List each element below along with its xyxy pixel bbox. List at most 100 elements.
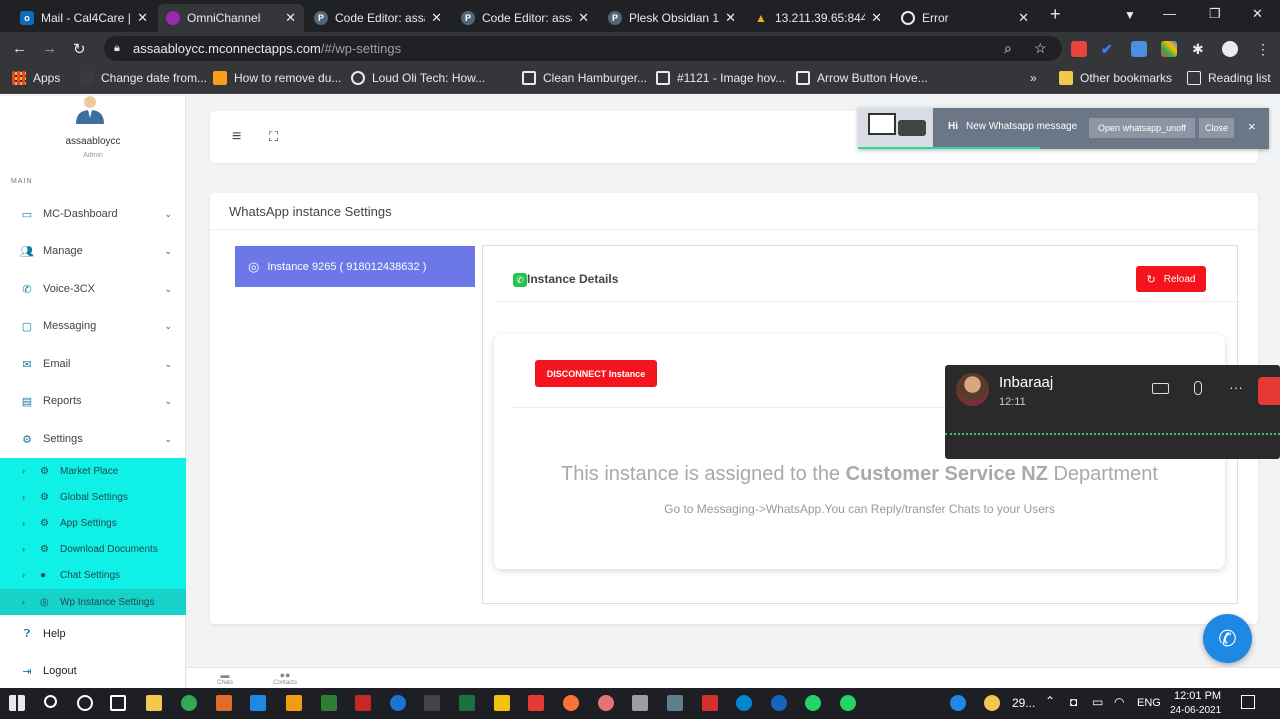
clock-date[interactable]: 24-06-2021 [1170,705,1221,716]
battery-icon[interactable]: ▭ [1092,695,1103,709]
menu-settings[interactable]: ⚙ Settings ⌄ [0,424,186,454]
language-indicator[interactable]: ENG [1137,697,1161,709]
excel-icon[interactable] [459,695,475,711]
skype-icon[interactable] [736,695,752,711]
submenu-chat-settings[interactable]: › ● Chat Settings [0,562,186,588]
notifications-icon[interactable] [1241,695,1255,709]
weather-icon[interactable] [984,695,1000,711]
hang-up-button[interactable] [1258,377,1280,405]
app-icon[interactable] [667,695,683,711]
submenu-wp-instance-settings[interactable]: › ◎ Wp Instance Settings [0,589,186,615]
camera-icon[interactable]: ◘ [1070,695,1077,709]
menu-messaging[interactable]: ▢ Messaging ⌄ [0,311,186,341]
submenu-app-settings[interactable]: › ⚙ App Settings [0,510,186,536]
close-icon[interactable]: ✕ [871,10,882,26]
restore-icon[interactable]: ❐ [1209,6,1221,22]
submenu-global-settings[interactable]: › ⚙ Global Settings [0,484,186,510]
tab-plesk[interactable]: P Plesk Obsidian 18 ✕ [600,4,744,32]
screen-extension-icon[interactable] [1131,41,1147,57]
star-icon[interactable]: ☆ [1034,36,1047,61]
menu-voice-3cx[interactable]: ✆ Voice-3CX ⌄ [0,274,186,304]
tab-code-editor-2[interactable]: P Code Editor: assa ✕ [453,4,597,32]
more-bookmarks[interactable]: » [1030,71,1037,85]
instance-button[interactable]: ◎ Instance 9265 ( 918012438632 ) [235,246,475,287]
open-whatsapp-button[interactable]: Open whatsapp_unoff [1089,118,1195,138]
wifi-icon[interactable]: ◠ [1114,695,1124,709]
close-icon[interactable]: ✕ [285,10,296,26]
hamburger-menu-icon[interactable]: ≡ [232,128,241,146]
sticky-notes-icon[interactable] [494,695,510,711]
bookmark-item[interactable]: Clean Hamburger... [522,71,647,85]
search-icon[interactable] [44,695,57,708]
more-options-icon[interactable]: ··· [1229,379,1243,395]
reading-list[interactable]: Reading list [1187,71,1271,85]
app-icon[interactable] [321,695,337,711]
bookmark-item[interactable]: Loud Oli Tech: How... [351,71,485,85]
sublime-icon[interactable] [286,695,302,711]
tab-code-editor-1[interactable]: P Code Editor: assa ✕ [306,4,450,32]
bookmark-item[interactable]: How to remove du... [213,71,341,85]
close-icon[interactable]: ✕ [1018,10,1029,26]
bookmark-item[interactable]: #1121 - Image hov... [656,71,785,85]
check-extension-icon[interactable]: ✔ [1101,41,1117,57]
close-window-icon[interactable]: ✕ [1252,6,1263,22]
weather-text[interactable]: 29... [1012,696,1035,710]
app-icon[interactable] [771,695,787,711]
video-camera-icon[interactable] [1152,383,1169,394]
extension-icon[interactable] [1071,41,1087,57]
tab-ip[interactable]: ▲ 13.211.39.65:8443 ✕ [746,4,890,32]
tab-omnichannel[interactable]: OmniChannel ✕ [158,4,304,32]
app-icon[interactable] [390,695,406,711]
help-icon[interactable] [950,695,966,711]
close-icon[interactable]: ✕ [431,10,442,26]
menu-mc-dashboard[interactable]: ▭ MC-Dashboard ⌄ [0,199,186,229]
bookmark-item[interactable]: Change date from... [80,71,207,85]
tab-contacts[interactable]: ●● Contacts [271,670,299,686]
reload-button[interactable]: ↻ Reload [1136,266,1206,292]
new-tab-icon[interactable]: + [1050,4,1061,25]
bookmark-apps[interactable]: Apps [12,71,60,85]
profile-icon[interactable] [1222,41,1238,57]
close-icon[interactable]: ✕ [578,10,589,26]
close-icon[interactable]: ✕ [725,10,736,26]
close-icon[interactable]: ✕ [137,10,148,26]
zoom-icon[interactable]: ⌕ [1004,36,1012,61]
app-icon[interactable] [424,695,440,711]
tab-chats[interactable]: ▬ Chats [215,670,235,686]
url-bar[interactable]: 🔒︎ assaabloycc.mconnectapps.com/#/wp-set… [104,36,1062,61]
collapse-icon[interactable]: ⛶ [269,129,278,145]
bookmark-item[interactable]: Arrow Button Hove... [796,71,928,85]
chrome-icon[interactable] [181,695,197,711]
task-view-icon[interactable] [110,695,126,711]
submenu-download-documents[interactable]: › ⚙ Download Documents [0,536,186,562]
forward-icon[interactable]: → [42,40,57,57]
menu-logout[interactable]: ⇥ Logout [0,656,186,686]
back-icon[interactable]: ← [12,40,27,57]
file-explorer-icon[interactable] [146,695,162,711]
filezilla-icon[interactable] [355,695,371,711]
chevron-up-icon[interactable]: ⌃ [1045,694,1055,708]
app-icon[interactable] [216,695,232,711]
app-icon[interactable] [632,695,648,711]
clock-time[interactable]: 12:01 PM [1174,690,1221,702]
puzzle-icon[interactable]: ✱ [1192,41,1208,57]
firefox-icon[interactable] [563,695,579,711]
vscode-icon[interactable] [250,695,266,711]
app-icon[interactable] [702,695,718,711]
menu-manage[interactable]: 👥︎ Manage ⌄ [0,236,186,266]
menu-dots-icon[interactable]: ⋮ [1256,41,1272,57]
color-extension-icon[interactable] [1161,41,1177,57]
disconnect-button[interactable]: DISCONNECT Instance [535,360,657,387]
tab-error[interactable]: Error ✕ [893,4,1037,32]
other-bookmarks[interactable]: Other bookmarks [1059,71,1172,85]
dismiss-icon[interactable]: × [1248,119,1256,134]
call-fab-button[interactable]: ✆ [1203,614,1252,663]
submenu-market-place[interactable]: › ⚙ Market Place [0,458,186,484]
menu-reports[interactable]: ▤ Reports ⌄ [0,386,186,416]
anydesk-icon[interactable] [528,695,544,711]
menu-help[interactable]: ❓︎ Help [0,619,186,649]
windows-start-icon[interactable] [9,695,25,711]
reload-page-icon[interactable]: ↻ [73,40,86,58]
tab-mail[interactable]: o Mail - Cal4Care | ✕ [12,4,156,32]
menu-email[interactable]: ✉ Email ⌄ [0,349,186,379]
